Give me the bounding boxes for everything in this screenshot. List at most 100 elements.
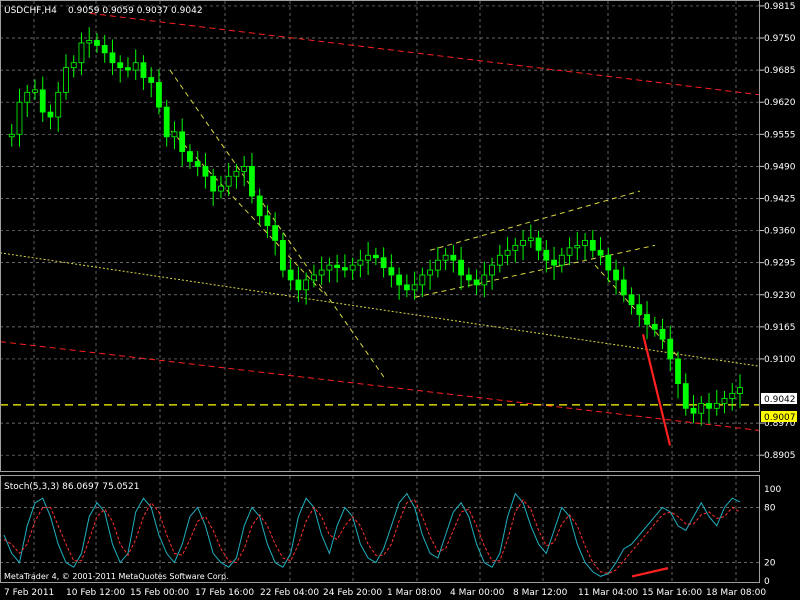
candle-body [171, 131, 178, 138]
candle-body [202, 165, 209, 177]
x-tick-label: 4 Mar 00:00 [450, 588, 505, 598]
y-tick-label: 0.9165 [764, 323, 796, 333]
candle-body [210, 175, 217, 192]
y-tick-label: 0.9425 [764, 194, 796, 204]
footer-copyright: MetaTrader 4, © 2001-2011 MetaQuotes Sof… [4, 572, 229, 581]
candle-body [249, 165, 255, 197]
candle-body [86, 40, 93, 44]
candle-body [272, 225, 279, 241]
x-tick-label: 7 Feb 2011 [4, 588, 54, 598]
candle-body [334, 264, 341, 268]
candle-body [101, 45, 108, 54]
indicator-label: Stoch(5,3,3) 86.0697 75.0521 [4, 482, 139, 492]
x-tick-label: 24 Feb 20:00 [323, 588, 382, 598]
candle-body [233, 170, 240, 177]
candle-body [465, 274, 472, 281]
candle-body [543, 249, 550, 261]
candle-body [94, 40, 100, 46]
x-tick-label: 17 Feb 16:00 [195, 588, 254, 598]
current-price-label: 0.9042 [764, 395, 796, 405]
y-tick-label: 0.8905 [764, 451, 796, 461]
header-ohlc: 0.9059 0.9059 0.9037 0.9042 [68, 6, 203, 16]
x-tick-label: 10 Feb 12:00 [66, 588, 125, 598]
candle-body [520, 240, 526, 246]
candle-body [280, 240, 286, 271]
candle-body [132, 62, 139, 71]
candle-body [613, 269, 619, 281]
candle-body [310, 274, 317, 281]
chart-background [0, 0, 800, 600]
candle-body [411, 284, 418, 291]
header-symbol: USDCHF,H4 [4, 6, 57, 16]
candle-body [644, 314, 650, 325]
candle-body [473, 279, 480, 286]
stoch-y-label: 20 [764, 559, 776, 569]
candle-body [450, 254, 457, 261]
candle-body [582, 240, 588, 246]
y-tick-label: 0.9685 [764, 66, 796, 76]
candle-body [682, 383, 689, 409]
candle-body [140, 62, 147, 78]
candle-body [55, 91, 62, 118]
candle-body [47, 111, 54, 118]
candle-body [713, 402, 720, 409]
candle-body [264, 215, 271, 227]
candle-body [434, 259, 441, 271]
y-tick-label: 0.9100 [764, 355, 796, 365]
candle-body [737, 387, 743, 394]
candle-body [698, 402, 705, 414]
candle-body [117, 62, 124, 69]
candle-body [194, 161, 201, 167]
candle-body [148, 77, 155, 83]
candle-body [512, 244, 519, 251]
candle-body [163, 106, 170, 138]
candle-body [481, 274, 488, 286]
x-tick-label: 15 Feb 00:00 [130, 588, 189, 598]
candle-body [156, 82, 162, 108]
candle-body [419, 274, 426, 286]
candle-body [605, 254, 612, 271]
candle-body [558, 254, 565, 266]
stoch-y-label: 0 [764, 577, 770, 587]
candle-body [675, 358, 681, 385]
candle-body [566, 247, 573, 256]
candle-body [489, 264, 495, 276]
candle-body [303, 279, 310, 291]
candle-body [241, 165, 248, 172]
candle-body [651, 323, 658, 330]
candle-body [109, 52, 116, 64]
candle-body [16, 101, 23, 135]
candle-body [458, 259, 464, 276]
candle-body [706, 402, 712, 409]
y-tick-label: 0.9360 [764, 227, 796, 237]
candle-body [357, 259, 364, 266]
candle-body [597, 249, 604, 256]
candle-body [32, 89, 38, 93]
candle-body [636, 304, 643, 315]
candle-body [427, 269, 434, 276]
x-tick-label: 11 Mar 04:00 [578, 588, 638, 598]
x-tick-label: 8 Mar 12:00 [513, 588, 568, 598]
candle-body [78, 42, 85, 64]
candle-body [527, 237, 534, 241]
candle-body [628, 294, 635, 306]
candle-body [318, 269, 325, 276]
candle-body [659, 328, 666, 340]
stoch-y-label: 100 [764, 485, 781, 495]
y-tick-label: 0.9815 [764, 2, 796, 12]
x-tick-label: 18 Mar 08:00 [706, 588, 766, 598]
candle-body [225, 175, 232, 187]
candle-body [218, 185, 224, 192]
candle-body [388, 267, 395, 276]
candle-body [729, 393, 736, 399]
y-tick-label: 0.9750 [764, 34, 796, 44]
candle-body [24, 91, 31, 103]
candle-body [125, 67, 131, 71]
candle-body [349, 264, 356, 271]
x-tick-label: 15 Mar 16:00 [642, 588, 702, 598]
candle-body [70, 62, 77, 69]
candle-body [589, 240, 596, 251]
candle-body [442, 254, 449, 261]
candle-body [396, 274, 403, 286]
candle-body [721, 398, 728, 404]
